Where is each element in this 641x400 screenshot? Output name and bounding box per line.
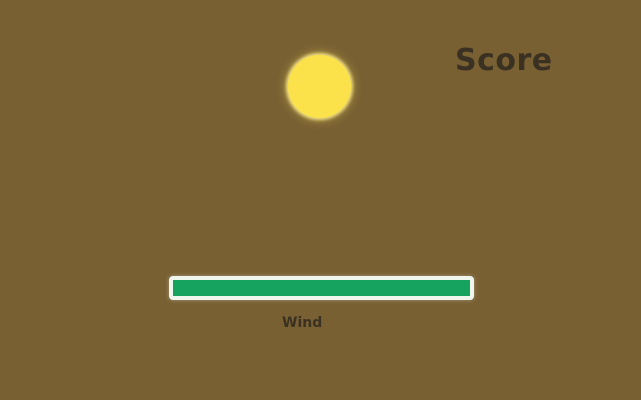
wind-meter [169, 276, 474, 300]
wind-label: Wind [282, 315, 323, 331]
wind-meter-fill [173, 280, 470, 296]
ball-icon[interactable] [288, 55, 351, 118]
score-label: Score [455, 43, 553, 78]
game-canvas[interactable]: Score Wind [0, 0, 641, 400]
